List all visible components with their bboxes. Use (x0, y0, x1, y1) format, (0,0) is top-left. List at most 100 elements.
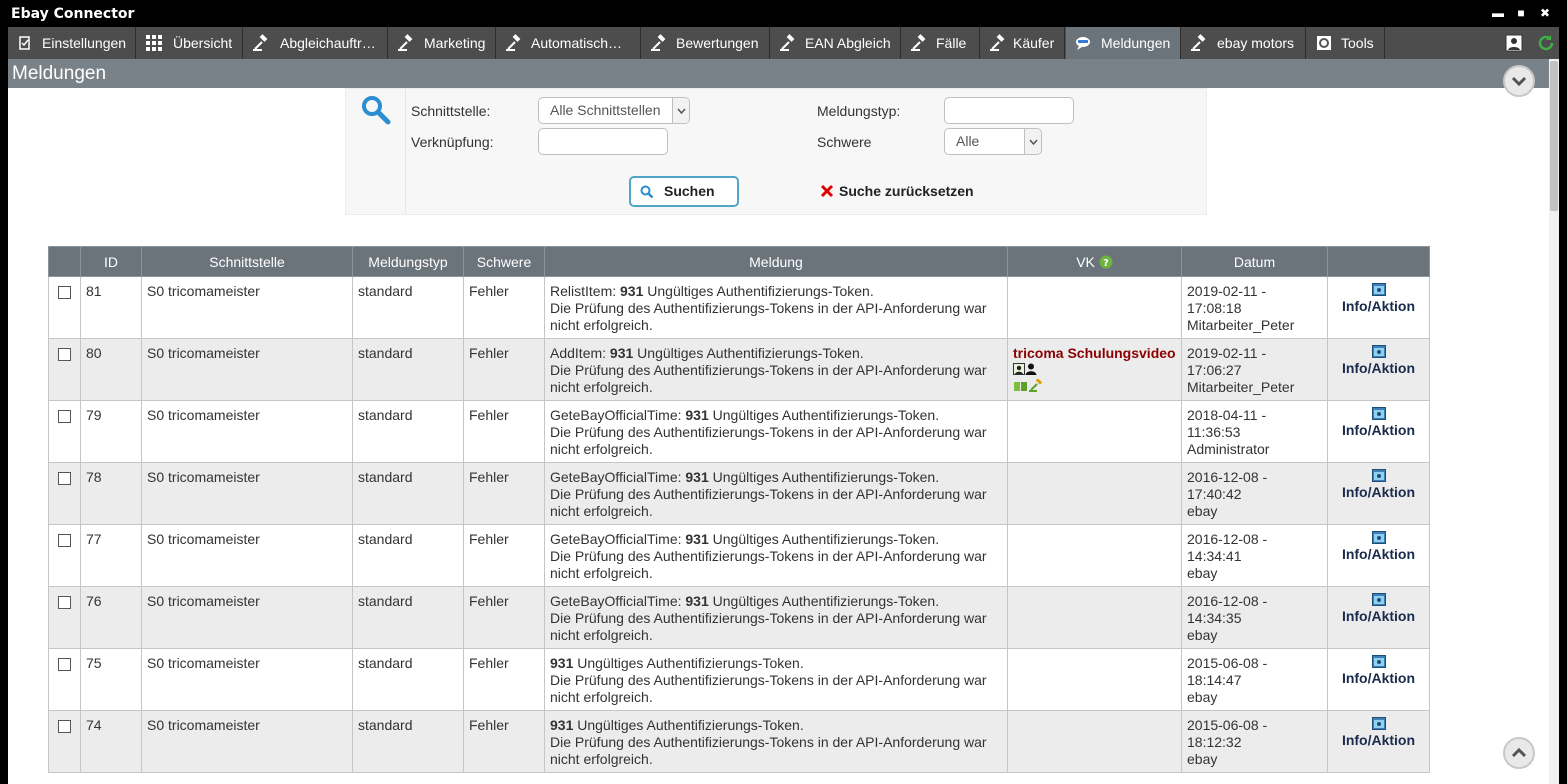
row-checkbox[interactable] (58, 472, 71, 485)
time-text: 18:14:47 (1187, 672, 1242, 688)
gavel-icon[interactable] (1029, 378, 1043, 392)
table-row[interactable]: 79 S0 tricomameister standard Fehler Get… (48, 400, 1430, 463)
tab-abgleichauftraege[interactable]: Abgleichauftr… (244, 27, 388, 59)
refresh-icon[interactable] (1536, 33, 1556, 53)
info-icon[interactable] (1371, 283, 1386, 296)
row-checkbox[interactable] (58, 658, 71, 671)
meldungstyp-cell: standard (352, 710, 464, 773)
info-action-link[interactable]: Info/Aktion (1342, 608, 1415, 624)
schwere-select[interactable]: Alle (944, 128, 1042, 155)
info-action-link[interactable]: Info/Aktion (1342, 298, 1415, 314)
tab-automatisch[interactable]: Automatisch… (497, 27, 641, 59)
info-action-link[interactable]: Info/Aktion (1342, 732, 1415, 748)
schnittstelle-cell: S0 tricomameister (141, 400, 353, 463)
tab-label: Meldungen (1101, 35, 1171, 51)
book-icon[interactable] (1013, 380, 1029, 392)
scrollbar-thumb[interactable] (1550, 61, 1558, 211)
info-icon[interactable] (1371, 531, 1386, 544)
window-titlebar: Ebay Connector ▬ ■ ✖ (0, 0, 1567, 27)
time-text: 18:12:32 (1187, 734, 1242, 750)
id-cell: 77 (80, 524, 142, 587)
row-checkbox[interactable] (58, 348, 71, 361)
header-id[interactable]: ID (80, 246, 142, 277)
select-cell (48, 400, 81, 463)
row-checkbox[interactable] (58, 720, 71, 733)
tab-tools[interactable]: Tools (1307, 27, 1385, 59)
info-action-link[interactable]: Info/Aktion (1342, 546, 1415, 562)
info-icon[interactable] (1371, 593, 1386, 606)
tab-ebay-motors[interactable]: ebay motors (1182, 27, 1306, 59)
meldung-detail: Die Prüfung des Authentifizierungs-Token… (550, 734, 987, 767)
search-button[interactable]: Suchen (629, 176, 739, 207)
verknuepfung-input[interactable] (538, 128, 668, 155)
tab-meldungen[interactable]: Meldungen (1066, 27, 1181, 59)
time-text: 17:40:42 (1187, 486, 1242, 502)
table-row[interactable]: 74 S0 tricomameister standard Fehler 931… (48, 710, 1430, 773)
row-checkbox[interactable] (58, 410, 71, 423)
row-checkbox[interactable] (58, 534, 71, 547)
table-row[interactable]: 76 S0 tricomameister standard Fehler Get… (48, 586, 1430, 649)
vk-cell (1007, 462, 1182, 525)
header-vk-cell[interactable]: VK ? (1007, 246, 1182, 277)
tab-marketing[interactable]: Marketing (389, 27, 496, 59)
minimize-button[interactable]: ▬ (1488, 3, 1508, 23)
meldung-text: Ungültiges Authentifizierungs-Token. (573, 717, 804, 733)
vk-link[interactable]: tricoma Schulungsvideo (1013, 345, 1176, 361)
info-icon[interactable] (1371, 655, 1386, 668)
tab-label: Marketing (424, 35, 486, 51)
schwere-label: Schwere (817, 134, 872, 150)
header-datum[interactable]: Datum (1181, 246, 1328, 277)
table-row[interactable]: 80 S0 tricomameister standard Fehler Add… (48, 338, 1430, 401)
table-row[interactable]: 77 S0 tricomameister standard Fehler Get… (48, 524, 1430, 587)
scroll-top-button[interactable] (1503, 737, 1535, 769)
grid-icon (146, 35, 162, 51)
meldung-text: Ungültiges Authentifizierungs-Token. (708, 407, 940, 423)
info-action-link[interactable]: Info/Aktion (1342, 670, 1415, 686)
meldung-detail: Die Prüfung des Authentifizierungs-Token… (550, 362, 987, 395)
date-text: 2016-12-08 - (1187, 531, 1268, 547)
info-action-link[interactable]: Info/Aktion (1342, 422, 1415, 438)
table-row[interactable]: 81 S0 tricomameister standard Fehler Rel… (48, 276, 1430, 339)
vk-icons (1013, 362, 1043, 395)
tab-faelle[interactable]: Fälle (902, 27, 980, 59)
tab-label: Automatisch… (531, 35, 623, 51)
info-action-link[interactable]: Info/Aktion (1342, 484, 1415, 500)
info-icon[interactable] (1371, 345, 1386, 358)
meldung-text: Ungültiges Authentifizierungs-Token. (708, 469, 940, 485)
tab-kaeufer[interactable]: Käufer (981, 27, 1065, 59)
reset-search-label: Suche zurücksetzen (839, 183, 974, 199)
user-profile-icon[interactable] (1504, 33, 1524, 53)
id-cell: 74 (80, 710, 142, 773)
gavel-icon (1191, 34, 1206, 51)
maximize-button[interactable]: ■ (1511, 3, 1531, 23)
person-icon[interactable] (1025, 363, 1037, 375)
search-panel: Schnittstelle: Alle Schnittstellen Verkn… (345, 88, 1207, 215)
schnittstelle-select[interactable]: Alle Schnittstellen (538, 97, 690, 124)
info-icon[interactable] (1371, 407, 1386, 420)
meldungstyp-input[interactable] (944, 97, 1074, 124)
tab-bewertungen[interactable]: Bewertungen (642, 27, 770, 59)
header-meldungstyp[interactable]: Meldungstyp (352, 246, 464, 277)
row-checkbox[interactable] (58, 286, 71, 299)
user-icon[interactable] (1013, 363, 1025, 375)
date-text: 2015-06-08 - (1187, 717, 1268, 733)
select-caret (1024, 129, 1041, 154)
meldung-cell: GeteBayOfficialTime: 931 Ungültiges Auth… (544, 524, 1008, 587)
header-schnittstelle[interactable]: Schnittstelle (141, 246, 353, 277)
tab-einstellungen[interactable]: Einstellungen (8, 27, 136, 59)
row-checkbox[interactable] (58, 596, 71, 609)
info-action-link[interactable]: Info/Aktion (1342, 360, 1415, 376)
info-icon[interactable] (1371, 717, 1386, 730)
help-icon[interactable]: ? (1099, 255, 1113, 269)
info-icon[interactable] (1371, 469, 1386, 482)
header-meldung[interactable]: Meldung (544, 246, 1008, 277)
close-button[interactable]: ✖ (1535, 3, 1555, 23)
schnittstelle-cell: S0 tricomameister (141, 276, 353, 339)
tab-ean-abgleich[interactable]: EAN Abgleich (771, 27, 901, 59)
table-row[interactable]: 78 S0 tricomameister standard Fehler Get… (48, 462, 1430, 525)
collapse-button[interactable] (1503, 65, 1535, 97)
tab-uebersicht[interactable]: Übersicht (137, 27, 243, 59)
header-schwere[interactable]: Schwere (463, 246, 545, 277)
table-row[interactable]: 75 S0 tricomameister standard Fehler 931… (48, 648, 1430, 711)
vertical-scrollbar[interactable] (1549, 59, 1559, 784)
